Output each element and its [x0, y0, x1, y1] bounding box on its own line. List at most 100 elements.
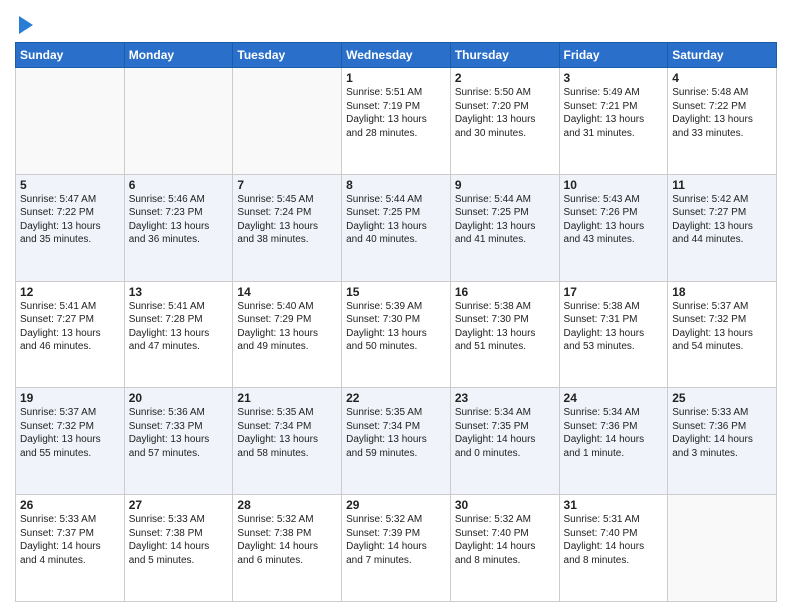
day-cell: 8Sunrise: 5:44 AM Sunset: 7:25 PM Daylig…: [342, 174, 451, 281]
cell-info: Sunrise: 5:33 AM Sunset: 7:37 PM Dayligh…: [20, 513, 120, 567]
day-number: 6: [129, 178, 229, 192]
day-number: 27: [129, 498, 229, 512]
cell-info: Sunrise: 5:49 AM Sunset: 7:21 PM Dayligh…: [564, 86, 664, 140]
cell-info: Sunrise: 5:50 AM Sunset: 7:20 PM Dayligh…: [455, 86, 555, 140]
day-cell: 23Sunrise: 5:34 AM Sunset: 7:35 PM Dayli…: [450, 388, 559, 495]
logo: [15, 14, 33, 34]
col-header-thursday: Thursday: [450, 43, 559, 68]
day-cell: 22Sunrise: 5:35 AM Sunset: 7:34 PM Dayli…: [342, 388, 451, 495]
day-number: 7: [237, 178, 337, 192]
day-cell: [124, 68, 233, 175]
day-number: 28: [237, 498, 337, 512]
cell-info: Sunrise: 5:42 AM Sunset: 7:27 PM Dayligh…: [672, 193, 772, 247]
day-number: 4: [672, 71, 772, 85]
day-number: 19: [20, 391, 120, 405]
day-number: 5: [20, 178, 120, 192]
cell-info: Sunrise: 5:44 AM Sunset: 7:25 PM Dayligh…: [455, 193, 555, 247]
day-number: 23: [455, 391, 555, 405]
day-cell: 19Sunrise: 5:37 AM Sunset: 7:32 PM Dayli…: [16, 388, 125, 495]
logo-arrow-icon: [19, 16, 33, 34]
col-header-sunday: Sunday: [16, 43, 125, 68]
day-number: 17: [564, 285, 664, 299]
day-number: 3: [564, 71, 664, 85]
day-cell: 29Sunrise: 5:32 AM Sunset: 7:39 PM Dayli…: [342, 495, 451, 602]
day-cell: [668, 495, 777, 602]
cell-info: Sunrise: 5:43 AM Sunset: 7:26 PM Dayligh…: [564, 193, 664, 247]
col-header-tuesday: Tuesday: [233, 43, 342, 68]
cell-info: Sunrise: 5:35 AM Sunset: 7:34 PM Dayligh…: [346, 406, 446, 460]
week-row-1: 1Sunrise: 5:51 AM Sunset: 7:19 PM Daylig…: [16, 68, 777, 175]
cell-info: Sunrise: 5:31 AM Sunset: 7:40 PM Dayligh…: [564, 513, 664, 567]
day-number: 26: [20, 498, 120, 512]
cell-info: Sunrise: 5:37 AM Sunset: 7:32 PM Dayligh…: [20, 406, 120, 460]
day-number: 30: [455, 498, 555, 512]
col-header-friday: Friday: [559, 43, 668, 68]
day-cell: 21Sunrise: 5:35 AM Sunset: 7:34 PM Dayli…: [233, 388, 342, 495]
day-cell: [233, 68, 342, 175]
cell-info: Sunrise: 5:35 AM Sunset: 7:34 PM Dayligh…: [237, 406, 337, 460]
day-number: 15: [346, 285, 446, 299]
day-cell: 3Sunrise: 5:49 AM Sunset: 7:21 PM Daylig…: [559, 68, 668, 175]
calendar-table: SundayMondayTuesdayWednesdayThursdayFrid…: [15, 42, 777, 602]
day-number: 14: [237, 285, 337, 299]
cell-info: Sunrise: 5:34 AM Sunset: 7:36 PM Dayligh…: [564, 406, 664, 460]
cell-info: Sunrise: 5:51 AM Sunset: 7:19 PM Dayligh…: [346, 86, 446, 140]
day-number: 25: [672, 391, 772, 405]
day-cell: 6Sunrise: 5:46 AM Sunset: 7:23 PM Daylig…: [124, 174, 233, 281]
day-cell: 12Sunrise: 5:41 AM Sunset: 7:27 PM Dayli…: [16, 281, 125, 388]
cell-info: Sunrise: 5:36 AM Sunset: 7:33 PM Dayligh…: [129, 406, 229, 460]
day-cell: 28Sunrise: 5:32 AM Sunset: 7:38 PM Dayli…: [233, 495, 342, 602]
cell-info: Sunrise: 5:34 AM Sunset: 7:35 PM Dayligh…: [455, 406, 555, 460]
day-cell: 11Sunrise: 5:42 AM Sunset: 7:27 PM Dayli…: [668, 174, 777, 281]
week-row-2: 5Sunrise: 5:47 AM Sunset: 7:22 PM Daylig…: [16, 174, 777, 281]
day-cell: 18Sunrise: 5:37 AM Sunset: 7:32 PM Dayli…: [668, 281, 777, 388]
cell-info: Sunrise: 5:38 AM Sunset: 7:30 PM Dayligh…: [455, 300, 555, 354]
day-cell: 14Sunrise: 5:40 AM Sunset: 7:29 PM Dayli…: [233, 281, 342, 388]
day-cell: 9Sunrise: 5:44 AM Sunset: 7:25 PM Daylig…: [450, 174, 559, 281]
cell-info: Sunrise: 5:46 AM Sunset: 7:23 PM Dayligh…: [129, 193, 229, 247]
cell-info: Sunrise: 5:45 AM Sunset: 7:24 PM Dayligh…: [237, 193, 337, 247]
day-cell: 30Sunrise: 5:32 AM Sunset: 7:40 PM Dayli…: [450, 495, 559, 602]
day-number: 8: [346, 178, 446, 192]
col-header-monday: Monday: [124, 43, 233, 68]
day-cell: 15Sunrise: 5:39 AM Sunset: 7:30 PM Dayli…: [342, 281, 451, 388]
cell-info: Sunrise: 5:47 AM Sunset: 7:22 PM Dayligh…: [20, 193, 120, 247]
day-number: 22: [346, 391, 446, 405]
week-row-4: 19Sunrise: 5:37 AM Sunset: 7:32 PM Dayli…: [16, 388, 777, 495]
week-row-3: 12Sunrise: 5:41 AM Sunset: 7:27 PM Dayli…: [16, 281, 777, 388]
day-cell: 27Sunrise: 5:33 AM Sunset: 7:38 PM Dayli…: [124, 495, 233, 602]
day-cell: 20Sunrise: 5:36 AM Sunset: 7:33 PM Dayli…: [124, 388, 233, 495]
day-cell: 2Sunrise: 5:50 AM Sunset: 7:20 PM Daylig…: [450, 68, 559, 175]
cell-info: Sunrise: 5:32 AM Sunset: 7:38 PM Dayligh…: [237, 513, 337, 567]
day-cell: 10Sunrise: 5:43 AM Sunset: 7:26 PM Dayli…: [559, 174, 668, 281]
day-cell: 4Sunrise: 5:48 AM Sunset: 7:22 PM Daylig…: [668, 68, 777, 175]
day-cell: 31Sunrise: 5:31 AM Sunset: 7:40 PM Dayli…: [559, 495, 668, 602]
day-number: 11: [672, 178, 772, 192]
day-number: 9: [455, 178, 555, 192]
cell-info: Sunrise: 5:44 AM Sunset: 7:25 PM Dayligh…: [346, 193, 446, 247]
day-number: 29: [346, 498, 446, 512]
cell-info: Sunrise: 5:40 AM Sunset: 7:29 PM Dayligh…: [237, 300, 337, 354]
day-number: 31: [564, 498, 664, 512]
day-cell: 16Sunrise: 5:38 AM Sunset: 7:30 PM Dayli…: [450, 281, 559, 388]
day-number: 21: [237, 391, 337, 405]
day-number: 16: [455, 285, 555, 299]
week-row-5: 26Sunrise: 5:33 AM Sunset: 7:37 PM Dayli…: [16, 495, 777, 602]
day-number: 2: [455, 71, 555, 85]
cell-info: Sunrise: 5:32 AM Sunset: 7:39 PM Dayligh…: [346, 513, 446, 567]
col-header-wednesday: Wednesday: [342, 43, 451, 68]
day-number: 18: [672, 285, 772, 299]
day-cell: 7Sunrise: 5:45 AM Sunset: 7:24 PM Daylig…: [233, 174, 342, 281]
header-row: SundayMondayTuesdayWednesdayThursdayFrid…: [16, 43, 777, 68]
cell-info: Sunrise: 5:37 AM Sunset: 7:32 PM Dayligh…: [672, 300, 772, 354]
day-number: 24: [564, 391, 664, 405]
day-number: 13: [129, 285, 229, 299]
cell-info: Sunrise: 5:41 AM Sunset: 7:27 PM Dayligh…: [20, 300, 120, 354]
page: SundayMondayTuesdayWednesdayThursdayFrid…: [0, 0, 792, 612]
cell-info: Sunrise: 5:48 AM Sunset: 7:22 PM Dayligh…: [672, 86, 772, 140]
day-cell: 17Sunrise: 5:38 AM Sunset: 7:31 PM Dayli…: [559, 281, 668, 388]
day-number: 10: [564, 178, 664, 192]
day-number: 12: [20, 285, 120, 299]
day-number: 1: [346, 71, 446, 85]
cell-info: Sunrise: 5:38 AM Sunset: 7:31 PM Dayligh…: [564, 300, 664, 354]
